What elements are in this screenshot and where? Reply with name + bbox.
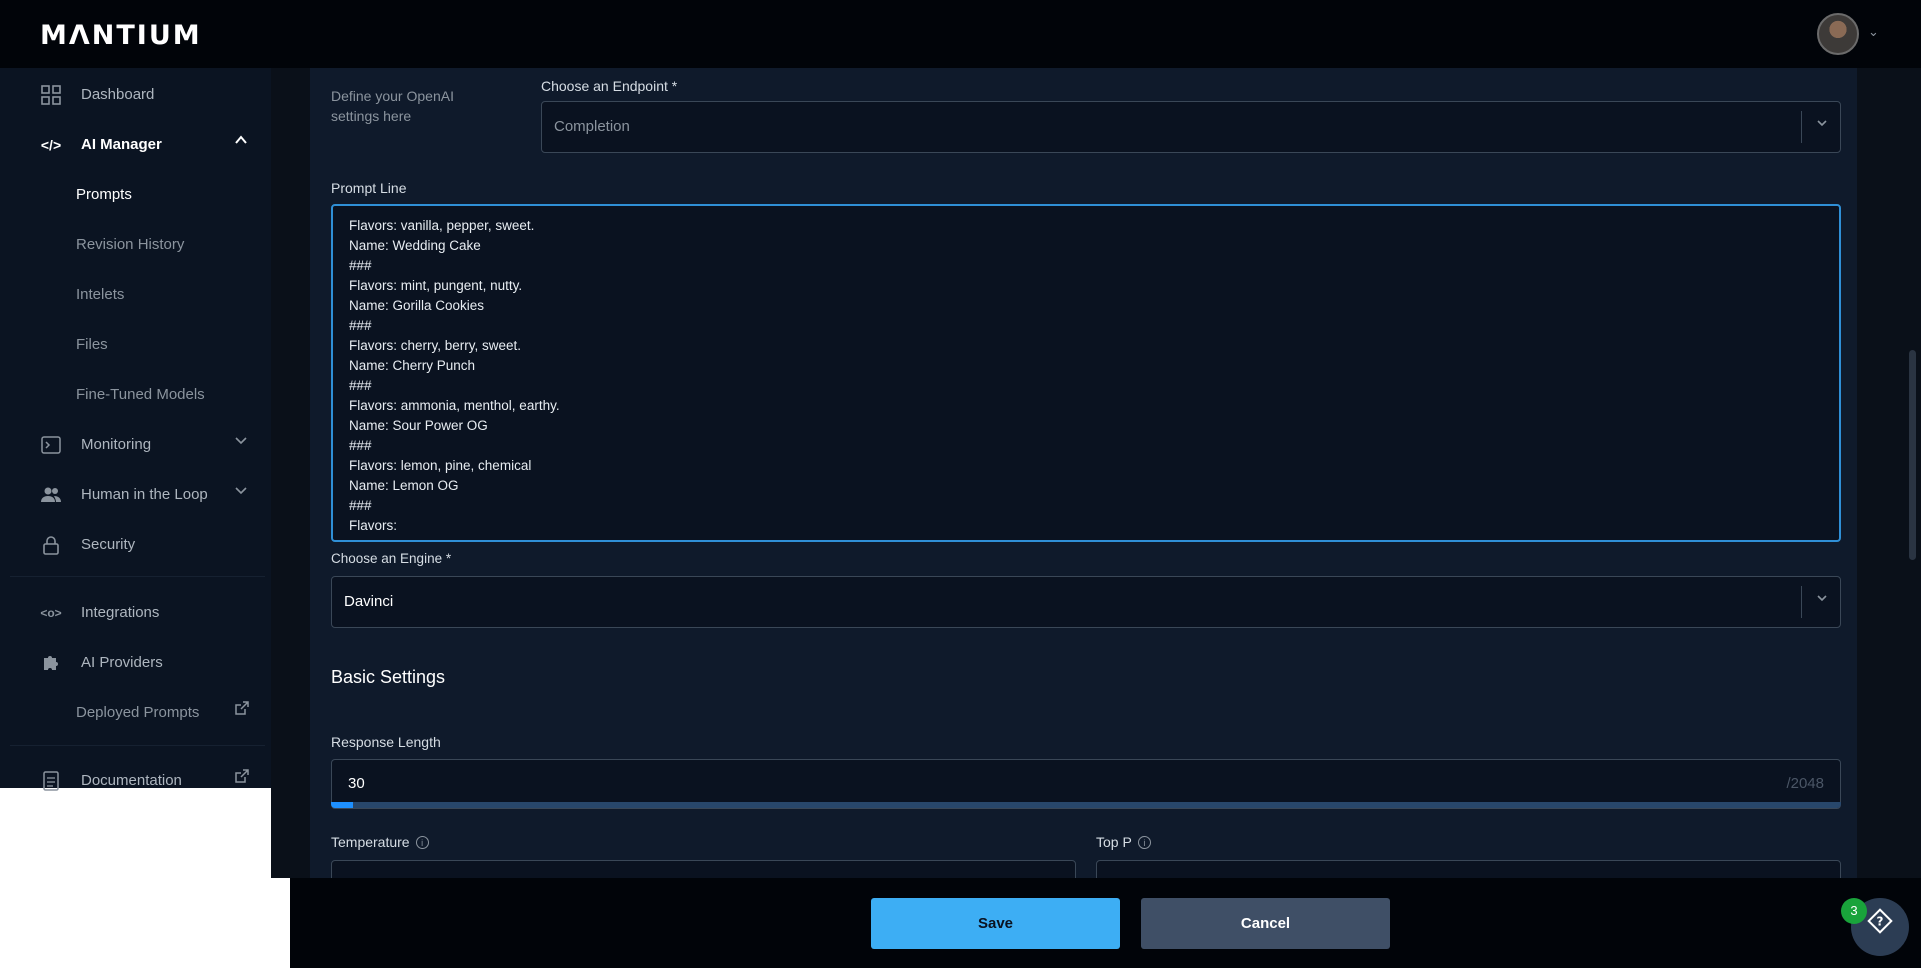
sidebar-item-deployed-prompts[interactable]: Deployed Prompts xyxy=(0,691,271,733)
people-icon xyxy=(40,484,62,506)
chevron-down-icon xyxy=(1816,592,1828,607)
sidebar-item-label: AI Providers xyxy=(81,654,163,671)
help-icon: ? xyxy=(1867,908,1893,940)
endpoint-label: Choose an Endpoint * xyxy=(541,78,678,94)
prompt-line-text: Name: Sour Power OG xyxy=(349,418,488,433)
footer-action-bar: Save Cancel xyxy=(290,878,1921,968)
chevron-up-icon[interactable] xyxy=(234,133,248,150)
sidebar-item-label: Monitoring xyxy=(81,436,152,453)
sidebar-item-ai-providers[interactable]: AI Providers xyxy=(0,641,271,683)
chevron-down-icon[interactable] xyxy=(234,483,248,500)
sidebar-item-files[interactable]: Files xyxy=(0,323,271,365)
svg-text:?: ? xyxy=(1877,915,1884,929)
prompt-line-text: ### xyxy=(349,318,372,333)
response-length-label: Response Length xyxy=(331,734,441,750)
endpoint-value: Completion xyxy=(554,118,630,135)
sidebar-item-label: Deployed Prompts xyxy=(76,704,200,721)
integrations-icon: <o> xyxy=(40,606,62,620)
page-scrollbar[interactable] xyxy=(1909,350,1916,560)
prompt-line-text: ### xyxy=(349,258,372,273)
sidebar-divider xyxy=(10,576,265,577)
lock-icon xyxy=(40,534,62,556)
prompt-line-text: Name: Gorilla Cookies xyxy=(349,298,485,313)
top-bar: MΛNTIUM ⌄ xyxy=(0,0,1921,68)
settings-hint: Define your OpenAI settings here xyxy=(331,88,454,124)
terminal-icon xyxy=(40,434,62,456)
external-link-icon[interactable] xyxy=(234,701,249,719)
info-icon[interactable]: i xyxy=(415,836,429,849)
sidebar-item-security[interactable]: Security xyxy=(0,523,271,565)
sidebar-item-label: Fine-Tuned Models xyxy=(76,386,205,403)
sidebar-item-intelets[interactable]: Intelets xyxy=(0,273,271,315)
select-separator xyxy=(1801,586,1802,618)
user-avatar[interactable] xyxy=(1817,13,1859,55)
prompt-line-text: Flavors: mint, pungent, nutty. xyxy=(349,278,523,293)
prompt-line-text: Flavors: xyxy=(349,518,398,533)
sidebar-item-documentation[interactable]: Documentation xyxy=(0,759,271,801)
endpoint-select[interactable]: Completion xyxy=(541,101,1841,153)
sidebar-item-dashboard[interactable]: Dashboard xyxy=(0,73,271,115)
sidebar-item-label: Revision History xyxy=(76,236,185,253)
temperature-label-text: Temperature xyxy=(331,834,410,850)
sidebar-item-revision-history[interactable]: Revision History xyxy=(0,223,271,265)
prompt-line-text: ### xyxy=(349,498,372,513)
chevron-down-icon xyxy=(1816,117,1828,132)
prompt-line-text: Flavors: cherry, berry, sweet. xyxy=(349,338,522,353)
document-icon xyxy=(40,770,62,792)
engine-label: Choose an Engine * xyxy=(331,551,452,566)
cancel-button[interactable]: Cancel xyxy=(1141,898,1390,949)
top-p-label: Top P i xyxy=(1096,834,1151,850)
sidebar-item-human-in-the-loop[interactable]: Human in the Loop xyxy=(0,473,271,515)
sidebar-item-monitoring[interactable]: Monitoring xyxy=(0,423,271,465)
temperature-label: Temperature i xyxy=(331,834,429,850)
puzzle-icon xyxy=(40,652,62,674)
sidebar-item-integrations[interactable]: <o> Integrations xyxy=(0,591,271,633)
notification-badge: 3 xyxy=(1841,898,1867,924)
sidebar-item-label: Documentation xyxy=(81,772,182,789)
sidebar-item-label: Integrations xyxy=(81,604,160,621)
response-length-value: 30 xyxy=(348,775,365,792)
save-button[interactable]: Save xyxy=(871,898,1120,949)
prompt-line-text: Flavors: lemon, pine, chemical xyxy=(349,458,532,473)
prompt-line-textarea[interactable]: Flavors: vanilla, pepper, sweet. Name: W… xyxy=(331,204,1841,542)
prompt-line-text: Flavors: vanilla, pepper, sweet. xyxy=(349,218,535,233)
chevron-down-icon[interactable] xyxy=(234,433,248,450)
sidebar-item-fine-tuned-models[interactable]: Fine-Tuned Models xyxy=(0,373,271,415)
prompt-line-label: Prompt Line xyxy=(331,180,407,196)
info-icon[interactable]: i xyxy=(1137,836,1151,849)
sidebar-item-label: Dashboard xyxy=(81,86,155,103)
engine-value: Davinci xyxy=(344,593,394,610)
grid-icon xyxy=(40,84,62,106)
external-link-icon[interactable] xyxy=(234,769,249,787)
sidebar-item-label: Security xyxy=(81,536,136,553)
mantium-logo[interactable]: MΛNTIUM xyxy=(40,20,202,51)
chevron-down-icon[interactable]: ⌄ xyxy=(1868,24,1879,40)
sidebar-item-prompts[interactable]: Prompts xyxy=(0,173,271,215)
sidebar-item-ai-manager[interactable]: </> AI Manager xyxy=(0,123,271,165)
basic-settings-title: Basic Settings xyxy=(331,667,446,687)
prompt-line-text: Name: Wedding Cake xyxy=(349,238,481,253)
engine-select[interactable]: Davinci xyxy=(331,576,1841,628)
code-icon: </> xyxy=(40,137,62,153)
sidebar-item-label: Prompts xyxy=(76,186,132,203)
sidebar-item-label: Files xyxy=(76,336,108,353)
top-p-label-text: Top P xyxy=(1096,834,1132,850)
response-length-slider[interactable] xyxy=(331,802,1841,808)
sidebar-item-label: AI Manager xyxy=(81,136,162,153)
sidebar-item-label: Human in the Loop xyxy=(81,486,208,503)
sidebar-item-label: Intelets xyxy=(76,286,125,303)
response-length-max: /2048 xyxy=(1786,775,1824,792)
prompt-line-text: ### xyxy=(349,378,372,393)
response-length-slider-fill xyxy=(331,802,354,808)
prompt-line-text: Name: Lemon OG xyxy=(349,478,459,493)
prompt-line-text: Flavors: ammonia, menthol, earthy. xyxy=(349,398,560,413)
sidebar-divider xyxy=(10,745,265,746)
prompt-line-text: Name: Cherry Punch xyxy=(349,358,476,373)
prompt-line-text: ### xyxy=(349,438,372,453)
sidebar: Dashboard </> AI Manager Prompts Revisio… xyxy=(0,68,271,791)
select-separator xyxy=(1801,111,1802,143)
